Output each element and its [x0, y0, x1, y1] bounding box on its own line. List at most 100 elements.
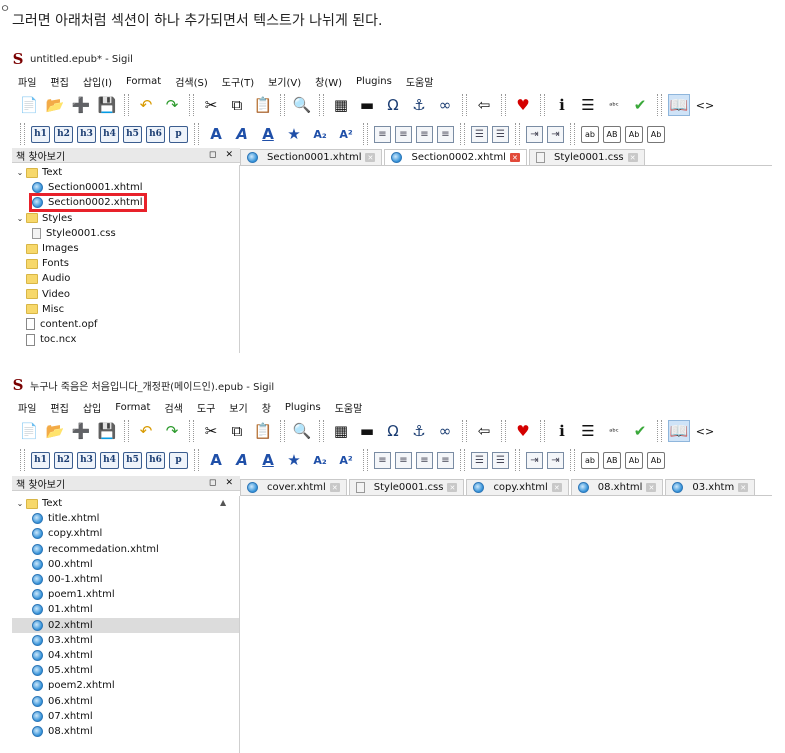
menu-item[interactable]: 도구: [197, 400, 215, 415]
chevron-down-icon[interactable]: ⌄: [14, 168, 26, 177]
tree-item[interactable]: 04.xhtml: [12, 648, 239, 663]
menu-item[interactable]: 편집: [50, 400, 68, 415]
menu-item[interactable]: 도움말: [335, 400, 363, 415]
menu-item[interactable]: 삽입: [83, 400, 101, 415]
menu-item[interactable]: 삽입(I): [83, 74, 112, 89]
text-case-button[interactable]: AB: [603, 451, 621, 469]
tree-item[interactable]: Images: [12, 241, 239, 256]
copy-icon[interactable]: ⧉: [226, 94, 248, 116]
undo-icon[interactable]: ↶: [135, 420, 157, 442]
paste-icon[interactable]: 📋: [252, 94, 274, 116]
bold-icon[interactable]: A: [205, 449, 227, 471]
heading-p-button[interactable]: p: [169, 451, 188, 469]
omega-icon[interactable]: Ω: [382, 420, 404, 442]
text-case-button[interactable]: ab: [581, 125, 599, 143]
back-icon[interactable]: ⇦: [473, 94, 495, 116]
anchor-icon[interactable]: ⚓: [408, 94, 430, 116]
heart-icon[interactable]: ♥: [512, 420, 534, 442]
heading-h2-button[interactable]: h2: [54, 125, 73, 143]
menu-item[interactable]: 도움말: [406, 74, 434, 89]
strikethrough-icon[interactable]: ★: [283, 449, 305, 471]
tree-item[interactable]: content.opf: [12, 317, 239, 332]
editor-tab[interactable]: Style0001.css ✕: [528, 149, 645, 165]
heading-h5-button[interactable]: h5: [123, 451, 142, 469]
close-icon[interactable]: ✕: [551, 483, 562, 492]
menu-item[interactable]: Format: [126, 76, 161, 87]
tree-item[interactable]: 08.xhtml: [12, 724, 239, 739]
link-icon[interactable]: ∞: [434, 94, 456, 116]
close-icon[interactable]: ✕: [509, 153, 520, 162]
tree-item[interactable]: 02.xhtml: [12, 617, 239, 633]
heart-icon[interactable]: ♥: [512, 94, 534, 116]
tree-item[interactable]: copy.xhtml: [12, 526, 239, 541]
book-view-icon[interactable]: 📖: [668, 94, 690, 116]
bullet-list-icon[interactable]: ☰: [471, 125, 488, 143]
panel-controls[interactable]: ◻ ✕: [209, 478, 236, 488]
redo-icon[interactable]: ↷: [161, 420, 183, 442]
align-center-icon[interactable]: ≡: [395, 125, 412, 143]
menu-item[interactable]: 보기(V): [268, 74, 301, 89]
heading-h3-button[interactable]: h3: [77, 125, 96, 143]
tree-item[interactable]: Fonts: [12, 256, 239, 271]
add-file-icon[interactable]: ➕: [70, 94, 92, 116]
text-case-button[interactable]: AB: [603, 125, 621, 143]
undo-icon[interactable]: ↶: [135, 94, 157, 116]
open-folder-icon[interactable]: 📂: [44, 94, 66, 116]
italic-icon[interactable]: A: [231, 449, 253, 471]
insert-special-icon[interactable]: ▬: [356, 420, 378, 442]
tree-item[interactable]: recommedation.xhtml: [12, 542, 239, 557]
chevron-down-icon[interactable]: ⌄: [14, 214, 26, 223]
menu-item[interactable]: 편집: [50, 74, 68, 89]
text-case-button[interactable]: Ab: [647, 125, 665, 143]
tree-item[interactable]: 00-1.xhtml: [12, 572, 239, 587]
validate-icon[interactable]: ✔: [629, 94, 651, 116]
editor-tab[interactable]: 08.xhtml ✕: [570, 479, 664, 495]
scroll-up-arrow-icon[interactable]: ▲: [220, 498, 226, 507]
anchor-icon[interactable]: ⚓: [408, 420, 430, 442]
tree-item[interactable]: title.xhtml: [12, 511, 239, 526]
menu-item[interactable]: 보기: [229, 400, 247, 415]
heading-h4-button[interactable]: h4: [100, 125, 119, 143]
close-icon[interactable]: ✕: [627, 153, 638, 162]
tree-item[interactable]: Style0001.css: [12, 226, 239, 241]
copy-icon[interactable]: ⧉: [226, 420, 248, 442]
close-icon[interactable]: ✕: [329, 483, 340, 492]
cut-icon[interactable]: ✂: [200, 94, 222, 116]
tree-item[interactable]: toc.ncx: [12, 332, 239, 347]
menu-item[interactable]: 도구(T): [222, 74, 254, 89]
omega-icon[interactable]: Ω: [382, 94, 404, 116]
spellcheck-icon[interactable]: ᵃᵇᶜ: [603, 94, 625, 116]
menu-item[interactable]: Plugins: [285, 402, 321, 413]
tree-item[interactable]: 00.xhtml: [12, 557, 239, 572]
align-right-icon[interactable]: ≡: [416, 451, 433, 469]
menu-item[interactable]: 검색: [164, 400, 182, 415]
tree-item[interactable]: ⌄ Styles: [12, 211, 239, 226]
close-icon[interactable]: ✕: [447, 483, 458, 492]
increase-indent-icon[interactable]: ⇥: [547, 125, 564, 143]
code-view-icon[interactable]: <>: [694, 94, 716, 116]
align-left-icon[interactable]: ≡: [374, 451, 391, 469]
validate-icon[interactable]: ✔: [629, 420, 651, 442]
align-right-icon[interactable]: ≡: [416, 125, 433, 143]
heading-h6-button[interactable]: h6: [146, 451, 165, 469]
toc-icon[interactable]: ☰: [577, 94, 599, 116]
text-case-button[interactable]: ab: [581, 451, 599, 469]
insert-image-icon[interactable]: ▦: [330, 420, 352, 442]
numbered-list-icon[interactable]: ☰: [492, 125, 509, 143]
tree-item[interactable]: Misc: [12, 302, 239, 317]
heading-h3-button[interactable]: h3: [77, 451, 96, 469]
tree-item[interactable]: Video: [12, 287, 239, 302]
info-icon[interactable]: ℹ: [551, 94, 573, 116]
paste-icon[interactable]: 📋: [252, 420, 274, 442]
tree-item[interactable]: 05.xhtml: [12, 663, 239, 678]
menu-item[interactable]: 파일: [18, 74, 36, 89]
cut-icon[interactable]: ✂: [200, 420, 222, 442]
editor-tab[interactable]: Section0002.xhtml ✕: [384, 149, 527, 165]
editor-tab[interactable]: copy.xhtml ✕: [466, 479, 569, 495]
new-file-icon[interactable]: 📄: [18, 420, 40, 442]
back-icon[interactable]: ⇦: [473, 420, 495, 442]
insert-special-icon[interactable]: ▬: [356, 94, 378, 116]
editor-tab[interactable]: Section0001.xhtml ✕: [240, 149, 383, 165]
heading-h4-button[interactable]: h4: [100, 451, 119, 469]
underline-icon[interactable]: A: [257, 449, 279, 471]
